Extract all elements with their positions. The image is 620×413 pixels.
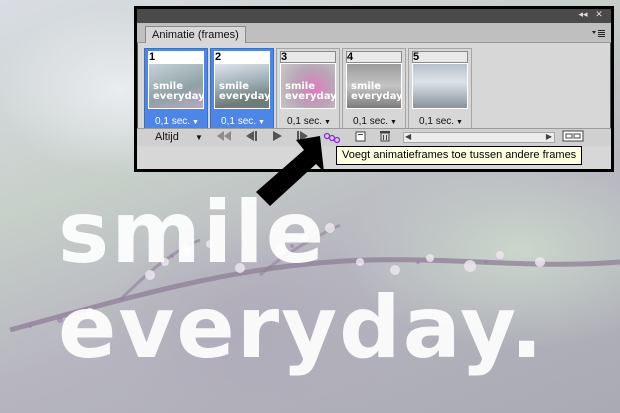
animation-frame[interactable]: 3 smile everyday. 0,1 sec. ▼ — [276, 48, 340, 130]
scroll-left-icon[interactable]: ◀ — [405, 132, 411, 141]
frame-number: 3 — [281, 51, 288, 63]
frame-delay-value: 0,1 sec. — [353, 116, 389, 127]
frame-thumbnail — [412, 63, 468, 109]
frame-thumbnail: smile everyday. — [280, 63, 336, 109]
frame-delay-value: 0,1 sec. — [419, 116, 455, 127]
frame-delay[interactable]: 0,1 sec. ▼ — [145, 116, 209, 127]
animation-frame[interactable]: 2 smile everyday. 0,1 sec. ▼ — [210, 48, 274, 130]
panel-title-bar[interactable]: ◂◂ ✕ — [137, 9, 611, 23]
panel-menu-icon[interactable] — [591, 27, 605, 39]
convert-timeline-icon[interactable] — [561, 130, 585, 145]
frames-scrollbar[interactable]: ◀ ▶ — [403, 132, 555, 143]
scroll-right-icon[interactable]: ▶ — [546, 132, 552, 141]
animation-frame[interactable]: 1 smile everyday. 0,1 sec. ▼ — [144, 48, 208, 130]
frame-thumbnail: smile everyday. — [346, 63, 402, 109]
close-panel-icon[interactable]: ✕ — [593, 10, 605, 21]
loop-options-select[interactable]: Altijd ▼ — [155, 130, 207, 145]
first-frame-icon[interactable] — [213, 130, 235, 145]
animation-frame[interactable]: 5 0,1 sec. ▼ — [408, 48, 472, 130]
dropdown-arrow-icon: ▼ — [322, 119, 331, 126]
collapse-panel-icon[interactable]: ◂◂ — [577, 10, 589, 21]
dropdown-arrow-icon: ▼ — [454, 119, 463, 126]
animation-frame[interactable]: 4 smile everyday. 0,1 sec. ▼ — [342, 48, 406, 130]
panel-tab-bar: Animatie (frames) — [137, 23, 611, 43]
thumbnail-text: everyday. — [351, 91, 402, 102]
thumbnail-text: everyday. — [285, 91, 336, 102]
frame-delay-value: 0,1 sec. — [287, 116, 323, 127]
duplicate-frame-icon[interactable] — [353, 130, 369, 145]
dropdown-arrow-icon: ▼ — [388, 119, 397, 126]
frame-delay[interactable]: 0,1 sec. ▼ — [409, 116, 473, 127]
frame-number: 4 — [347, 51, 354, 63]
frame-delay[interactable]: 0,1 sec. ▼ — [343, 116, 407, 127]
thumbnail-text: everyday. — [219, 91, 270, 102]
tab-animation-frames[interactable]: Animatie (frames) — [145, 26, 246, 43]
chevron-down-icon: ▼ — [195, 133, 203, 142]
frames-strip: 1 smile everyday. 0,1 sec. ▼ 2 smile eve… — [144, 48, 604, 130]
dropdown-arrow-icon: ▼ — [256, 119, 265, 126]
frame-delay[interactable]: 0,1 sec. ▼ — [277, 116, 341, 127]
frame-number: 2 — [214, 51, 230, 63]
pointer-arrow-icon — [252, 132, 332, 217]
loop-options-value: Altijd — [155, 131, 179, 143]
frame-thumbnail: smile everyday. — [214, 63, 270, 109]
headline-everyday: everyday. — [58, 278, 545, 378]
thumbnail-text: everyday. — [153, 91, 204, 102]
frame-thumbnail: smile everyday. — [148, 63, 204, 109]
frame-number: 1 — [148, 51, 164, 63]
animation-controls-bar: Altijd ▼ ◀ ▶ — [137, 128, 611, 146]
frame-delay-value: 0,1 sec. — [221, 116, 257, 127]
dropdown-arrow-icon: ▼ — [190, 119, 199, 126]
frame-delay-value: 0,1 sec. — [155, 116, 191, 127]
frame-delay[interactable]: 0,1 sec. ▼ — [211, 116, 275, 127]
frame-number: 5 — [413, 51, 420, 63]
delete-frame-icon[interactable] — [377, 130, 393, 145]
tooltip: Voegt animatieframes toe tussen andere f… — [336, 146, 583, 165]
